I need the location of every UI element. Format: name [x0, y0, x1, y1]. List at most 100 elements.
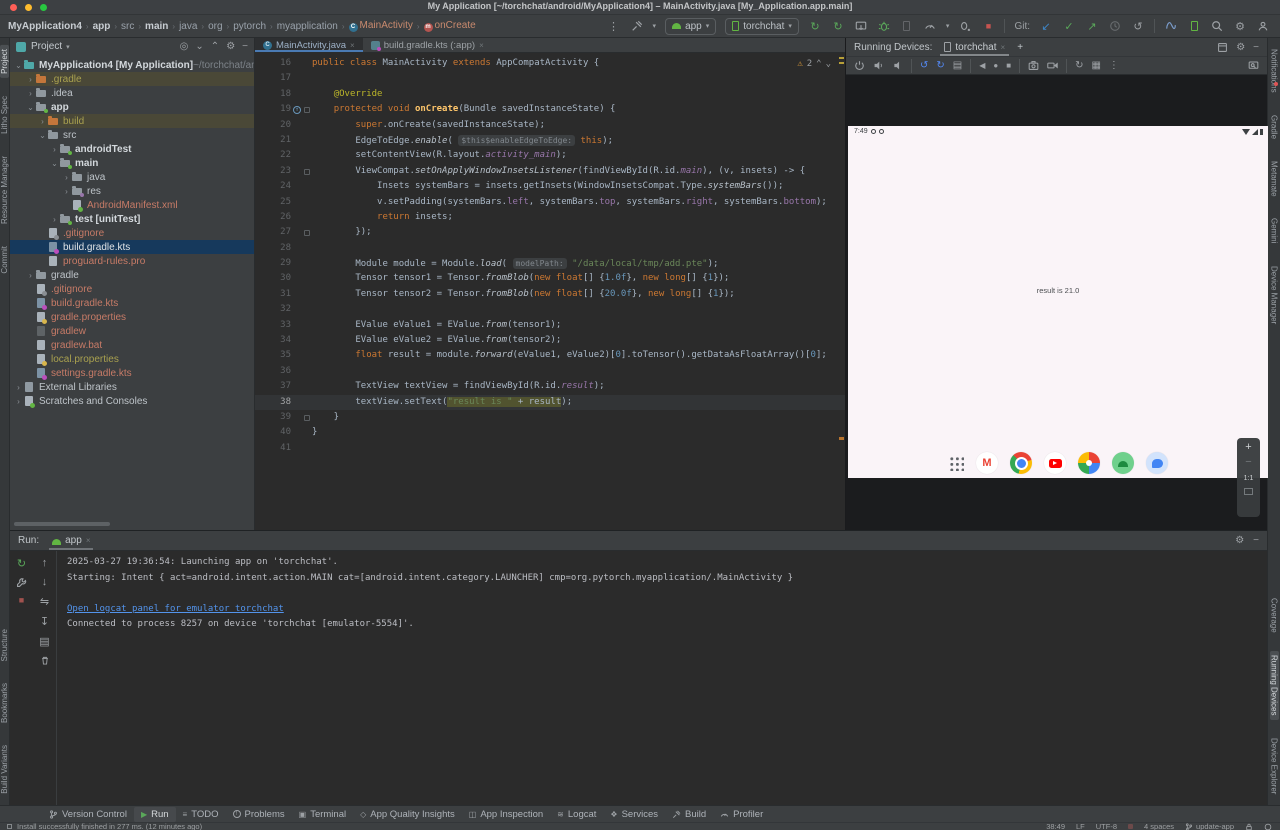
messages-icon[interactable]: [1146, 452, 1168, 474]
display-settings-icon[interactable]: ▦: [1091, 60, 1100, 71]
code-line-17[interactable]: 17: [255, 71, 845, 86]
tree-item-gradlew[interactable]: gradlew: [10, 324, 254, 338]
breadcrumb-item-java[interactable]: java: [179, 21, 197, 32]
toolwindow-tab-app-inspection[interactable]: ◫App Inspection: [462, 807, 550, 822]
file-encoding[interactable]: UTF-8: [1096, 822, 1117, 830]
code-line-20[interactable]: 20 super.onCreate(savedInstanceState);: [255, 118, 845, 133]
toolwindow-tab-logcat[interactable]: ≋Logcat: [550, 807, 603, 822]
tree-item-res[interactable]: ›res: [10, 184, 254, 198]
build-debug-icon[interactable]: [958, 19, 972, 33]
stripe-tab-project[interactable]: Project: [0, 45, 9, 78]
tree-chevron-icon[interactable]: ›: [62, 187, 71, 196]
attach-debugger-icon[interactable]: [854, 19, 868, 33]
rotate-left-icon[interactable]: ↺: [920, 60, 928, 71]
editor-tab-mainactivity.java[interactable]: CMainActivity.java×: [255, 38, 363, 52]
stripe-tab-structure[interactable]: Structure: [0, 625, 9, 665]
stripe-tab-running-devices[interactable]: Running Devices: [1270, 651, 1279, 719]
tree-item-androidtest[interactable]: ›androidTest: [10, 142, 254, 156]
git-update-icon[interactable]: ↙: [1039, 19, 1053, 33]
line-separator[interactable]: LF: [1076, 822, 1085, 830]
zoom-ratio-button[interactable]: 1:1: [1244, 475, 1254, 482]
tree-item-.gradle[interactable]: ›.gradle: [10, 72, 254, 86]
tree-chevron-icon[interactable]: ›: [26, 75, 35, 84]
restart-device-icon[interactable]: ↻: [1075, 60, 1083, 71]
git-branch-widget[interactable]: update-app: [1185, 822, 1234, 830]
search-everywhere-icon[interactable]: [1210, 19, 1224, 33]
tree-chevron-icon[interactable]: ›: [26, 271, 35, 280]
overview-button-icon[interactable]: ■: [1006, 61, 1011, 70]
all-apps-icon[interactable]: [948, 455, 964, 471]
tree-item-local.properties[interactable]: local.properties: [10, 352, 254, 366]
tree-item-gradle.properties[interactable]: gradle.properties: [10, 310, 254, 324]
lock-icon[interactable]: [1245, 823, 1253, 830]
toolwindow-tab-version-control[interactable]: Version Control: [42, 807, 134, 822]
tree-chevron-icon[interactable]: ›: [14, 397, 23, 406]
back-button-icon[interactable]: ◀: [979, 61, 985, 70]
device-manager-icon[interactable]: [1187, 19, 1201, 33]
float-window-icon[interactable]: [1217, 42, 1228, 53]
code-area[interactable]: 16public class MainActivity extends AppC…: [255, 53, 845, 530]
breadcrumb-item-src[interactable]: src: [121, 21, 134, 32]
tree-item-build[interactable]: ›build: [10, 114, 254, 128]
stripe-tab-resource-manager[interactable]: Resource Manager: [0, 152, 9, 228]
toolwindow-tab-todo[interactable]: ≡TODO: [176, 807, 226, 822]
settings-gear-icon[interactable]: ⚙: [1236, 42, 1245, 53]
tree-item-build.gradle.kts[interactable]: build.gradle.kts: [10, 296, 254, 310]
override-method-icon[interactable]: ↑: [293, 106, 301, 114]
breadcrumb-item-pytorch[interactable]: pytorch: [233, 21, 266, 32]
tree-item-.gitignore[interactable]: .gitignore: [10, 282, 254, 296]
edit-configuration-icon[interactable]: [16, 577, 27, 588]
chevron-down-icon[interactable]: ▾: [946, 22, 950, 30]
code-line-32[interactable]: 32: [255, 302, 845, 317]
code-line-39[interactable]: 39 }: [255, 410, 845, 425]
code-line-22[interactable]: 22 setContentView(R.layout.activity_main…: [255, 148, 845, 163]
locate-file-icon[interactable]: ◎: [180, 41, 189, 52]
tree-item-build.gradle.kts[interactable]: build.gradle.kts: [10, 240, 254, 254]
stop-button[interactable]: ■: [19, 595, 24, 605]
code-line-36[interactable]: 36: [255, 364, 845, 379]
add-device-tab-button[interactable]: +: [1017, 42, 1023, 53]
stripe-tab-device-explorer[interactable]: Device Explorer: [1270, 734, 1279, 798]
android-app-icon[interactable]: [1112, 452, 1134, 474]
toolwindow-tab-terminal[interactable]: ▣Terminal: [292, 807, 353, 822]
tree-item-androidmanifest.xml[interactable]: AndroidManifest.xml: [10, 198, 254, 212]
stripe-tab-metamate[interactable]: Metamate: [1270, 157, 1279, 201]
code-line-26[interactable]: 26 return insets;: [255, 210, 845, 225]
tree-item-java[interactable]: ›java: [10, 170, 254, 184]
stripe-tab-build-variants[interactable]: Build Variants: [0, 741, 9, 798]
breadcrumb-item-onCreate[interactable]: monCreate: [424, 20, 476, 32]
zoom-mode-icon[interactable]: [1248, 60, 1259, 71]
tree-item-proguard-rules.pro[interactable]: proguard-rules.pro: [10, 254, 254, 268]
tree-item-.gitignore[interactable]: .gitignore: [10, 226, 254, 240]
toolwindow-tab-run[interactable]: ▶Run: [134, 807, 176, 822]
tree-item-gradle[interactable]: ›gradle: [10, 268, 254, 282]
stripe-tab-notifications[interactable]: Notifications: [1270, 45, 1279, 97]
editor-scrollbar[interactable]: [837, 53, 845, 530]
tool-window-quick-access-icon[interactable]: [7, 824, 12, 829]
chevron-down-icon[interactable]: ▾: [653, 22, 657, 30]
fold-device-icon[interactable]: ▤: [953, 60, 962, 71]
expand-all-icon[interactable]: ⌄: [195, 41, 203, 52]
tree-chevron-icon[interactable]: ⌄: [26, 103, 35, 112]
next-problem-icon[interactable]: ⌄: [826, 59, 831, 69]
breadcrumb-item-MainActivity[interactable]: CMainActivity: [349, 20, 413, 32]
fit-to-window-button[interactable]: [1244, 488, 1253, 495]
soft-wrap-icon[interactable]: ⇋: [40, 595, 49, 608]
account-icon[interactable]: [1256, 19, 1270, 33]
fold-marker-icon[interactable]: [304, 169, 310, 175]
code-line-29[interactable]: 29 Module module = Module.load( modelPat…: [255, 256, 845, 271]
screen-record-icon[interactable]: [1047, 60, 1058, 71]
close-icon[interactable]: ×: [479, 41, 484, 50]
settings-gear-icon[interactable]: ⚙: [1235, 535, 1244, 546]
tree-chevron-icon[interactable]: ›: [26, 89, 35, 98]
scroll-to-end-icon[interactable]: ↧: [40, 615, 49, 628]
code-line-24[interactable]: 24 Insets systemBars = insets.getInsets(…: [255, 179, 845, 194]
indent-setting[interactable]: 4 spaces: [1144, 822, 1174, 830]
hide-panel-icon[interactable]: −: [1253, 42, 1259, 53]
screenshot-camera-icon[interactable]: [1028, 60, 1039, 71]
code-line-23[interactable]: 23 ViewCompat.setOnApplyWindowInsetsList…: [255, 164, 845, 179]
prev-problem-icon[interactable]: ⌃: [816, 59, 821, 69]
logcat-panel-link[interactable]: Open logcat panel for emulator torchchat: [67, 604, 284, 614]
tree-item-myapplication4-my-application-[interactable]: ⌄MyApplication4 [My Application] ~/torch…: [10, 58, 254, 72]
code-line-27[interactable]: 27 });: [255, 225, 845, 240]
